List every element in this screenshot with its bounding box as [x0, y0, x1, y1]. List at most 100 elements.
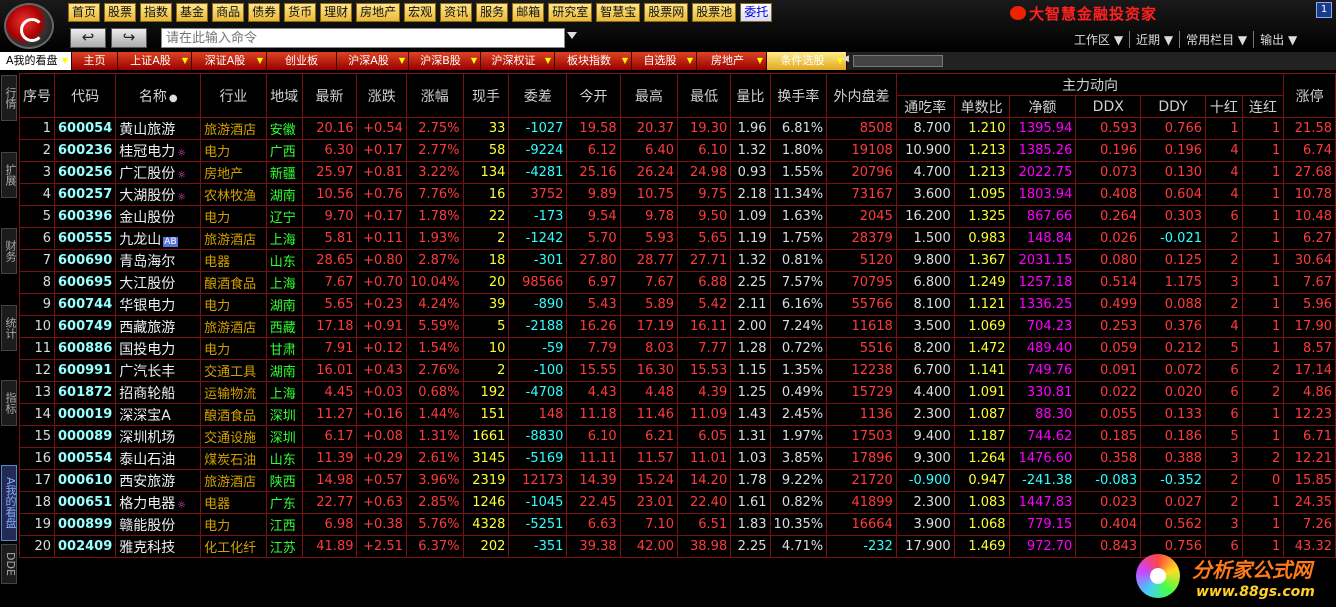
tab-6[interactable]: 沪深B股 — [409, 52, 481, 70]
main-force-col-2[interactable]: 净额 — [1008, 95, 1077, 118]
col-header-0[interactable]: 序号 — [19, 73, 55, 118]
col-header-6[interactable]: 涨跌 — [356, 73, 407, 118]
table-row[interactable]: 7 600690 青岛海尔 电器 山东 28.65 +0.80 2.87% 18 -301 27.8… — [19, 249, 1336, 272]
col-header-14[interactable]: 换手率 — [769, 73, 828, 118]
menu-item-15[interactable]: 股票网 — [644, 3, 689, 22]
menu-item-1[interactable]: 股票 — [104, 3, 137, 22]
table-row[interactable]: 5 600396 金山股份 电力 辽宁 9.70 +0.17 1.78% 22 -173 9.54 9… — [19, 205, 1336, 228]
table-row[interactable]: 1 600054 黄山旅游 旅游酒店 安徽 20.16 +0.54 2.75% 33 -1027 1… — [19, 117, 1336, 140]
main-force-col-6[interactable]: 连红 — [1241, 95, 1285, 118]
col-header-limit-up[interactable]: 涨停 — [1283, 73, 1336, 118]
table-row[interactable]: 11 600886 国投电力 电力 甘肃 7.91 +0.12 1.54% 10 -59 7.79 8… — [19, 337, 1336, 360]
table-row[interactable]: 16 000554 泰山石油 煤炭石油 山东 11.39 +0.29 2.61% 3145 -51… — [19, 447, 1336, 470]
menu-item-4[interactable]: 商品 — [212, 3, 245, 22]
menu-item-10[interactable]: 资讯 — [440, 3, 473, 22]
table-row[interactable]: 13 601872 招商轮船 运输物流 上海 4.45 +0.03 0.68% 192 -4708… — [19, 381, 1336, 404]
tab-10[interactable]: 房地产 — [697, 52, 767, 70]
col-header-8[interactable]: 现手 — [462, 73, 510, 118]
col-header-10[interactable]: 今开 — [566, 73, 621, 118]
table-row[interactable]: 2 600236 桂冠电力 ☼ 电力 广西 6.30 +0.17 2.77% 58 -9224 6.1… — [19, 139, 1336, 162]
cell-17: 4.700 — [895, 161, 955, 184]
menu-item-14[interactable]: 智慧宝 — [596, 3, 641, 22]
table-row[interactable]: 14 000019 深深宝A 酿酒食品 深圳 11.27 +0.16 1.44% 151 148 1… — [19, 403, 1336, 426]
col-header-15[interactable]: 外内盘差 — [826, 73, 897, 118]
col-header-1[interactable]: 代码 — [53, 73, 117, 118]
table-row[interactable]: 17 000610 西安旅游 旅游酒店 陕西 14.98 +0.57 3.96% 2319 121… — [19, 469, 1336, 492]
menu-item-9[interactable]: 宏观 — [404, 3, 437, 22]
menu-item-6[interactable]: 货币 — [284, 3, 317, 22]
tab-11[interactable]: 条件选股 — [767, 52, 847, 70]
menu-item-8[interactable]: 房地产 — [356, 3, 401, 22]
table-row[interactable]: 6 600555 九龙山 AB 旅游酒店 上海 5.81 +0.11 1.93% 2 -1242 5.… — [19, 227, 1336, 250]
menu-item-13[interactable]: 研究室 — [548, 3, 593, 22]
col-header-12[interactable]: 最低 — [677, 73, 732, 118]
command-dropdown-icon[interactable] — [567, 32, 577, 39]
rail-tab-6[interactable]: DDE — [1, 544, 17, 584]
col-header-5[interactable]: 最新 — [301, 73, 358, 118]
main-force-col-5[interactable]: 十红 — [1205, 95, 1243, 118]
cell-1: 600690 — [53, 249, 117, 272]
right-menu-item-3[interactable]: 输出 ▼ — [1254, 31, 1303, 48]
table-row[interactable]: 8 600695 大江股份 酿酒食品 上海 7.67 +0.70 10.04% 20 98566 6… — [19, 271, 1336, 294]
tab-5[interactable]: 沪深A股 — [337, 52, 409, 70]
right-menu-item-1[interactable]: 近期 ▼ — [1130, 31, 1181, 48]
cell-24: 6.27 — [1283, 227, 1336, 250]
rail-tab-1[interactable]: 扩展 — [1, 152, 17, 198]
menu-item-12[interactable]: 邮箱 — [512, 3, 545, 22]
col-header-4[interactable]: 地域 — [265, 73, 303, 118]
rail-tab-5[interactable]: A我的看盘 — [1, 465, 17, 541]
cell-20: -0.083 — [1075, 469, 1142, 492]
col-header-2[interactable]: 名称 ● — [115, 73, 202, 118]
cell-4: 电力 — [200, 139, 267, 162]
menu-item-11[interactable]: 服务 — [476, 3, 509, 22]
right-menu-item-0[interactable]: 工作区 ▼ — [1068, 31, 1131, 48]
menu-item-17[interactable]: 委托 — [740, 3, 773, 22]
table-row[interactable]: 3 600256 广汇股份 ☼ 房地产 新疆 25.97 +0.81 3.22% 134 -4281… — [19, 161, 1336, 184]
cell-11: 5.70 — [566, 227, 621, 250]
cell-14: 1.32 — [730, 249, 771, 272]
tab-scrollbar[interactable] — [842, 54, 943, 67]
app-logo[interactable] — [4, 3, 54, 49]
col-header-7[interactable]: 涨幅 — [405, 73, 464, 118]
tab-3[interactable]: 深证A股 — [192, 52, 267, 70]
table-row[interactable]: 18 000651 格力电器 ☼ 电器 广东 22.77 +0.63 2.85% 1246 -104… — [19, 491, 1336, 514]
col-header-11[interactable]: 最高 — [619, 73, 679, 118]
main-force-col-4[interactable]: DDY — [1140, 95, 1206, 118]
menu-item-7[interactable]: 理财 — [320, 3, 353, 22]
table-row[interactable]: 4 600257 大湖股份 ☼ 农林牧渔 湖南 10.56 +0.76 7.76% 16 3752 9… — [19, 183, 1336, 206]
menu-item-5[interactable]: 债券 — [248, 3, 281, 22]
rail-tab-2[interactable]: 财务 — [1, 228, 17, 274]
command-input[interactable] — [161, 28, 565, 48]
table-row[interactable]: 9 600744 华银电力 电力 湖南 5.65 +0.23 4.24% 39 -890 5.43 5… — [19, 293, 1336, 316]
table-row[interactable]: 12 600991 广汽长丰 交通工具 湖南 16.01 +0.43 2.76% 2 -100 15… — [19, 359, 1336, 382]
menu-item-0[interactable]: 首页 — [68, 3, 101, 22]
main-force-col-3[interactable]: DDX — [1075, 95, 1142, 118]
col-header-9[interactable]: 委差 — [508, 73, 568, 118]
rail-tab-0[interactable]: 行情 — [1, 75, 17, 121]
main-force-col-0[interactable]: 通吃率 — [895, 95, 955, 118]
cell-4: 电力 — [200, 293, 267, 316]
rail-tab-4[interactable]: 指标 — [1, 380, 17, 426]
forward-button[interactable]: ↪ — [111, 28, 147, 48]
back-button[interactable]: ↩ — [70, 28, 106, 48]
tab-1[interactable]: 主页 — [72, 52, 118, 70]
tab-4[interactable]: 创业板 — [267, 52, 337, 70]
tab-2[interactable]: 上证A股 — [118, 52, 192, 70]
tab-0[interactable]: A我的看盘 — [0, 52, 72, 70]
table-row[interactable]: 15 000089 深圳机场 交通设施 深圳 6.17 +0.08 1.31% 1661 -883… — [19, 425, 1336, 448]
tab-9[interactable]: 自选股 — [632, 52, 697, 70]
col-header-3[interactable]: 行业 — [200, 73, 267, 118]
table-row[interactable]: 10 600749 西藏旅游 旅游酒店 西藏 17.18 +0.91 5.59% 5 -2188 1… — [19, 315, 1336, 338]
col-header-13[interactable]: 量比 — [730, 73, 771, 118]
menu-item-2[interactable]: 指数 — [140, 3, 173, 22]
menu-item-16[interactable]: 股票池 — [692, 3, 737, 22]
right-menu-item-2[interactable]: 常用栏目 ▼ — [1180, 31, 1255, 48]
main-force-col-1[interactable]: 单数比 — [953, 95, 1010, 118]
cell-1: 600555 — [53, 227, 117, 250]
tab-7[interactable]: 沪深权证 — [481, 52, 555, 70]
rail-tab-3[interactable]: 统计 — [1, 305, 17, 351]
menu-item-3[interactable]: 基金 — [176, 3, 209, 22]
tab-8[interactable]: 板块指数 — [555, 52, 632, 70]
window-control-button[interactable]: 1 — [1316, 2, 1332, 18]
table-row[interactable]: 19 000899 赣能股份 电力 江西 6.98 +0.38 5.76% 4328 -5251 6… — [19, 513, 1336, 536]
